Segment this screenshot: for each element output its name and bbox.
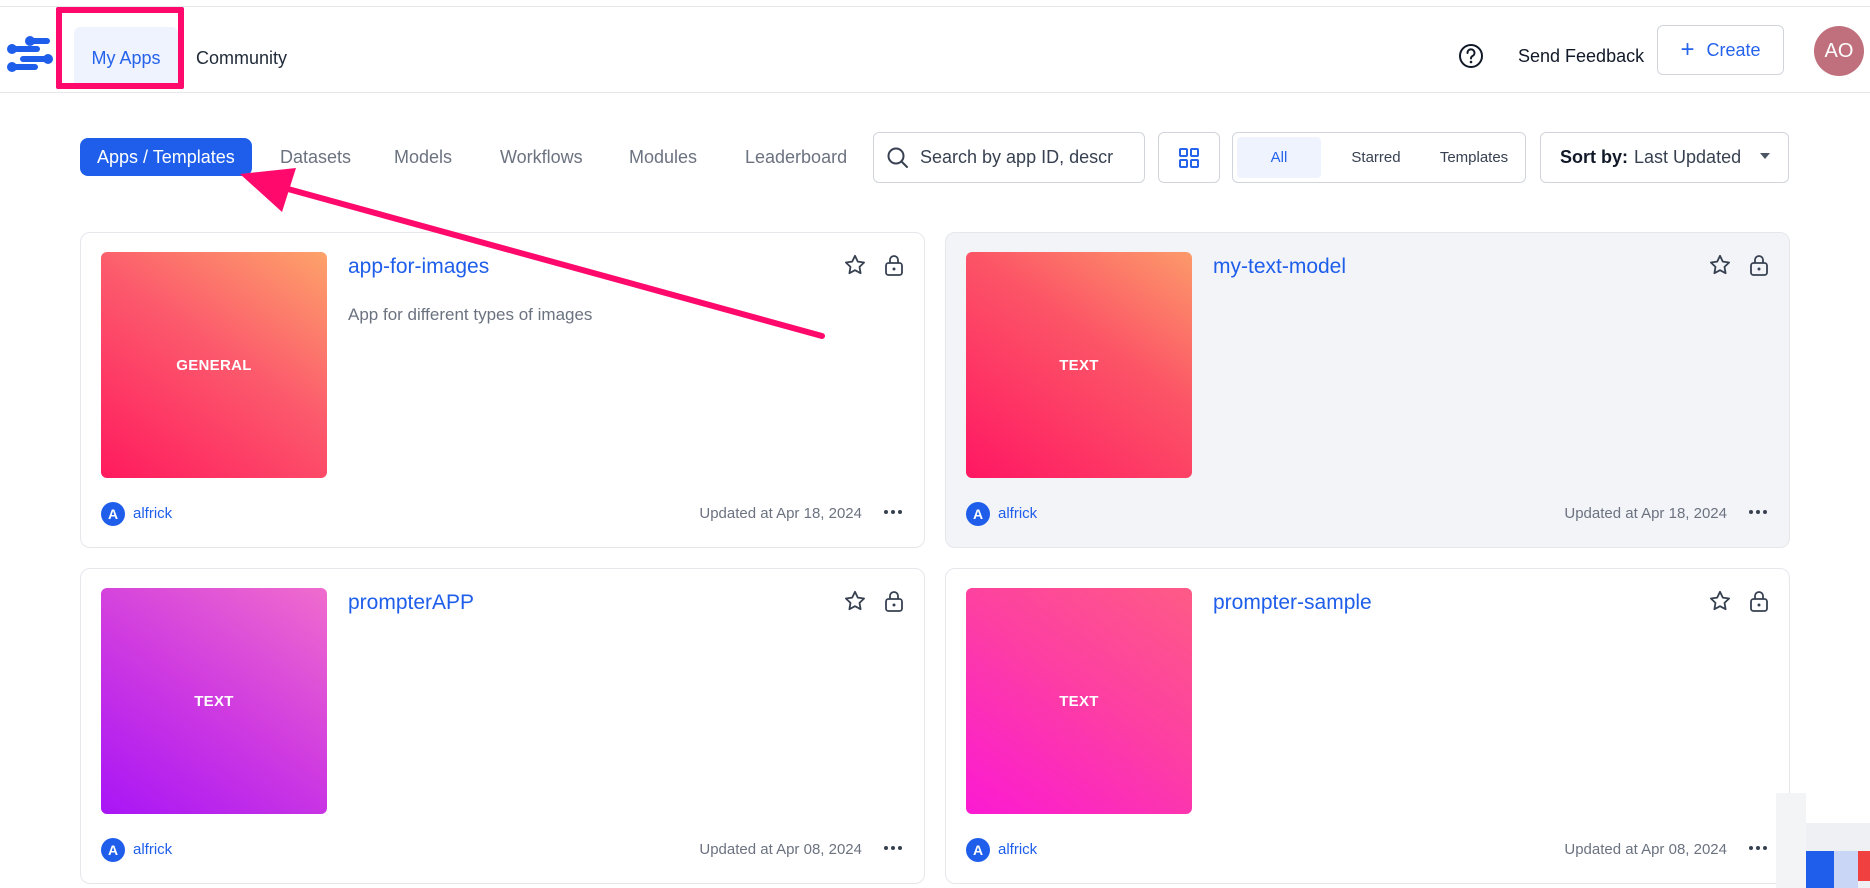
help-icon[interactable] <box>1458 43 1484 69</box>
updated-date: Updated at Apr 18, 2024 <box>699 505 862 522</box>
owner-link[interactable]: alfrick <box>998 839 1037 861</box>
create-button-label: Create <box>1706 39 1761 60</box>
tab-apps-templates[interactable]: Apps / Templates <box>80 138 252 176</box>
app-thumbnail: TEXT <box>966 588 1192 814</box>
plus-icon: + <box>1680 36 1695 63</box>
lock-icon[interactable] <box>882 589 906 613</box>
star-icon[interactable] <box>1708 253 1732 277</box>
app-card[interactable]: TEXT prompterAPP A alfrick Updated at Ap… <box>80 568 925 884</box>
tab-leaderboard[interactable]: Leaderboard <box>745 138 847 176</box>
corner-pixel-artifact <box>1776 793 1870 888</box>
app-card[interactable]: GENERAL app-for-images App for different… <box>80 232 925 548</box>
lock-icon[interactable] <box>1747 253 1771 277</box>
chevron-down-icon <box>1760 153 1770 159</box>
app-title[interactable]: prompterAPP <box>348 591 474 615</box>
grid-view-button[interactable] <box>1158 132 1220 183</box>
updated-date: Updated at Apr 08, 2024 <box>1564 841 1727 858</box>
tab-models[interactable]: Models <box>394 138 452 176</box>
owner-avatar: A <box>966 838 990 862</box>
sort-label: Sort by: <box>1560 147 1629 167</box>
owner-link[interactable]: alfrick <box>998 503 1037 525</box>
updated-date: Updated at Apr 08, 2024 <box>699 841 862 858</box>
sort-dropdown[interactable]: Sort by: Last Updated <box>1540 132 1789 183</box>
app-title[interactable]: prompter-sample <box>1213 591 1372 615</box>
more-options-icon[interactable] <box>882 837 904 859</box>
search-icon <box>887 147 908 168</box>
more-options-icon[interactable] <box>1747 837 1769 859</box>
top-navigation-bar: My Apps Community Send Feedback + Create… <box>0 7 1870 93</box>
clarifai-logo-icon[interactable] <box>6 35 54 75</box>
filter-starred[interactable]: Starred <box>1321 137 1431 178</box>
owner-link[interactable]: alfrick <box>133 839 172 861</box>
create-button[interactable]: + Create <box>1657 25 1784 75</box>
app-title[interactable]: app-for-images <box>348 255 489 279</box>
nav-my-apps[interactable]: My Apps <box>74 27 178 89</box>
star-icon[interactable] <box>843 589 867 613</box>
user-avatar[interactable]: AO <box>1814 26 1864 76</box>
nav-community[interactable]: Community <box>196 27 287 89</box>
app-description: App for different types of images <box>348 305 593 324</box>
owner-link[interactable]: alfrick <box>133 503 172 525</box>
app-thumbnail: TEXT <box>101 588 327 814</box>
owner-avatar: A <box>101 838 125 862</box>
app-thumbnail: GENERAL <box>101 252 327 478</box>
lock-icon[interactable] <box>882 253 906 277</box>
more-options-icon[interactable] <box>1747 501 1769 523</box>
filter-segmented-control: All Starred Templates <box>1232 132 1526 183</box>
owner-avatar: A <box>101 502 125 526</box>
filter-all[interactable]: All <box>1237 137 1321 178</box>
more-options-icon[interactable] <box>882 501 904 523</box>
filter-templates[interactable]: Templates <box>1431 137 1517 178</box>
owner-avatar: A <box>966 502 990 526</box>
app-card[interactable]: TEXT prompter-sample A alfrick Updated a… <box>945 568 1790 884</box>
search-input[interactable] <box>920 147 1120 168</box>
tab-workflows[interactable]: Workflows <box>500 138 583 176</box>
star-icon[interactable] <box>1708 589 1732 613</box>
top-border <box>0 0 1870 7</box>
star-icon[interactable] <box>843 253 867 277</box>
app-card[interactable]: TEXT my-text-model A alfrick Updated at … <box>945 232 1790 548</box>
grid-view-icon <box>1179 147 1199 168</box>
sort-value: Last Updated <box>1634 147 1742 167</box>
lock-icon[interactable] <box>1747 589 1771 613</box>
updated-date: Updated at Apr 18, 2024 <box>1564 505 1727 522</box>
tab-modules[interactable]: Modules <box>629 138 697 176</box>
app-thumbnail: TEXT <box>966 252 1192 478</box>
search-box <box>873 132 1145 183</box>
app-title[interactable]: my-text-model <box>1213 255 1346 279</box>
send-feedback-link[interactable]: Send Feedback <box>1518 37 1644 75</box>
tab-datasets[interactable]: Datasets <box>280 138 351 176</box>
